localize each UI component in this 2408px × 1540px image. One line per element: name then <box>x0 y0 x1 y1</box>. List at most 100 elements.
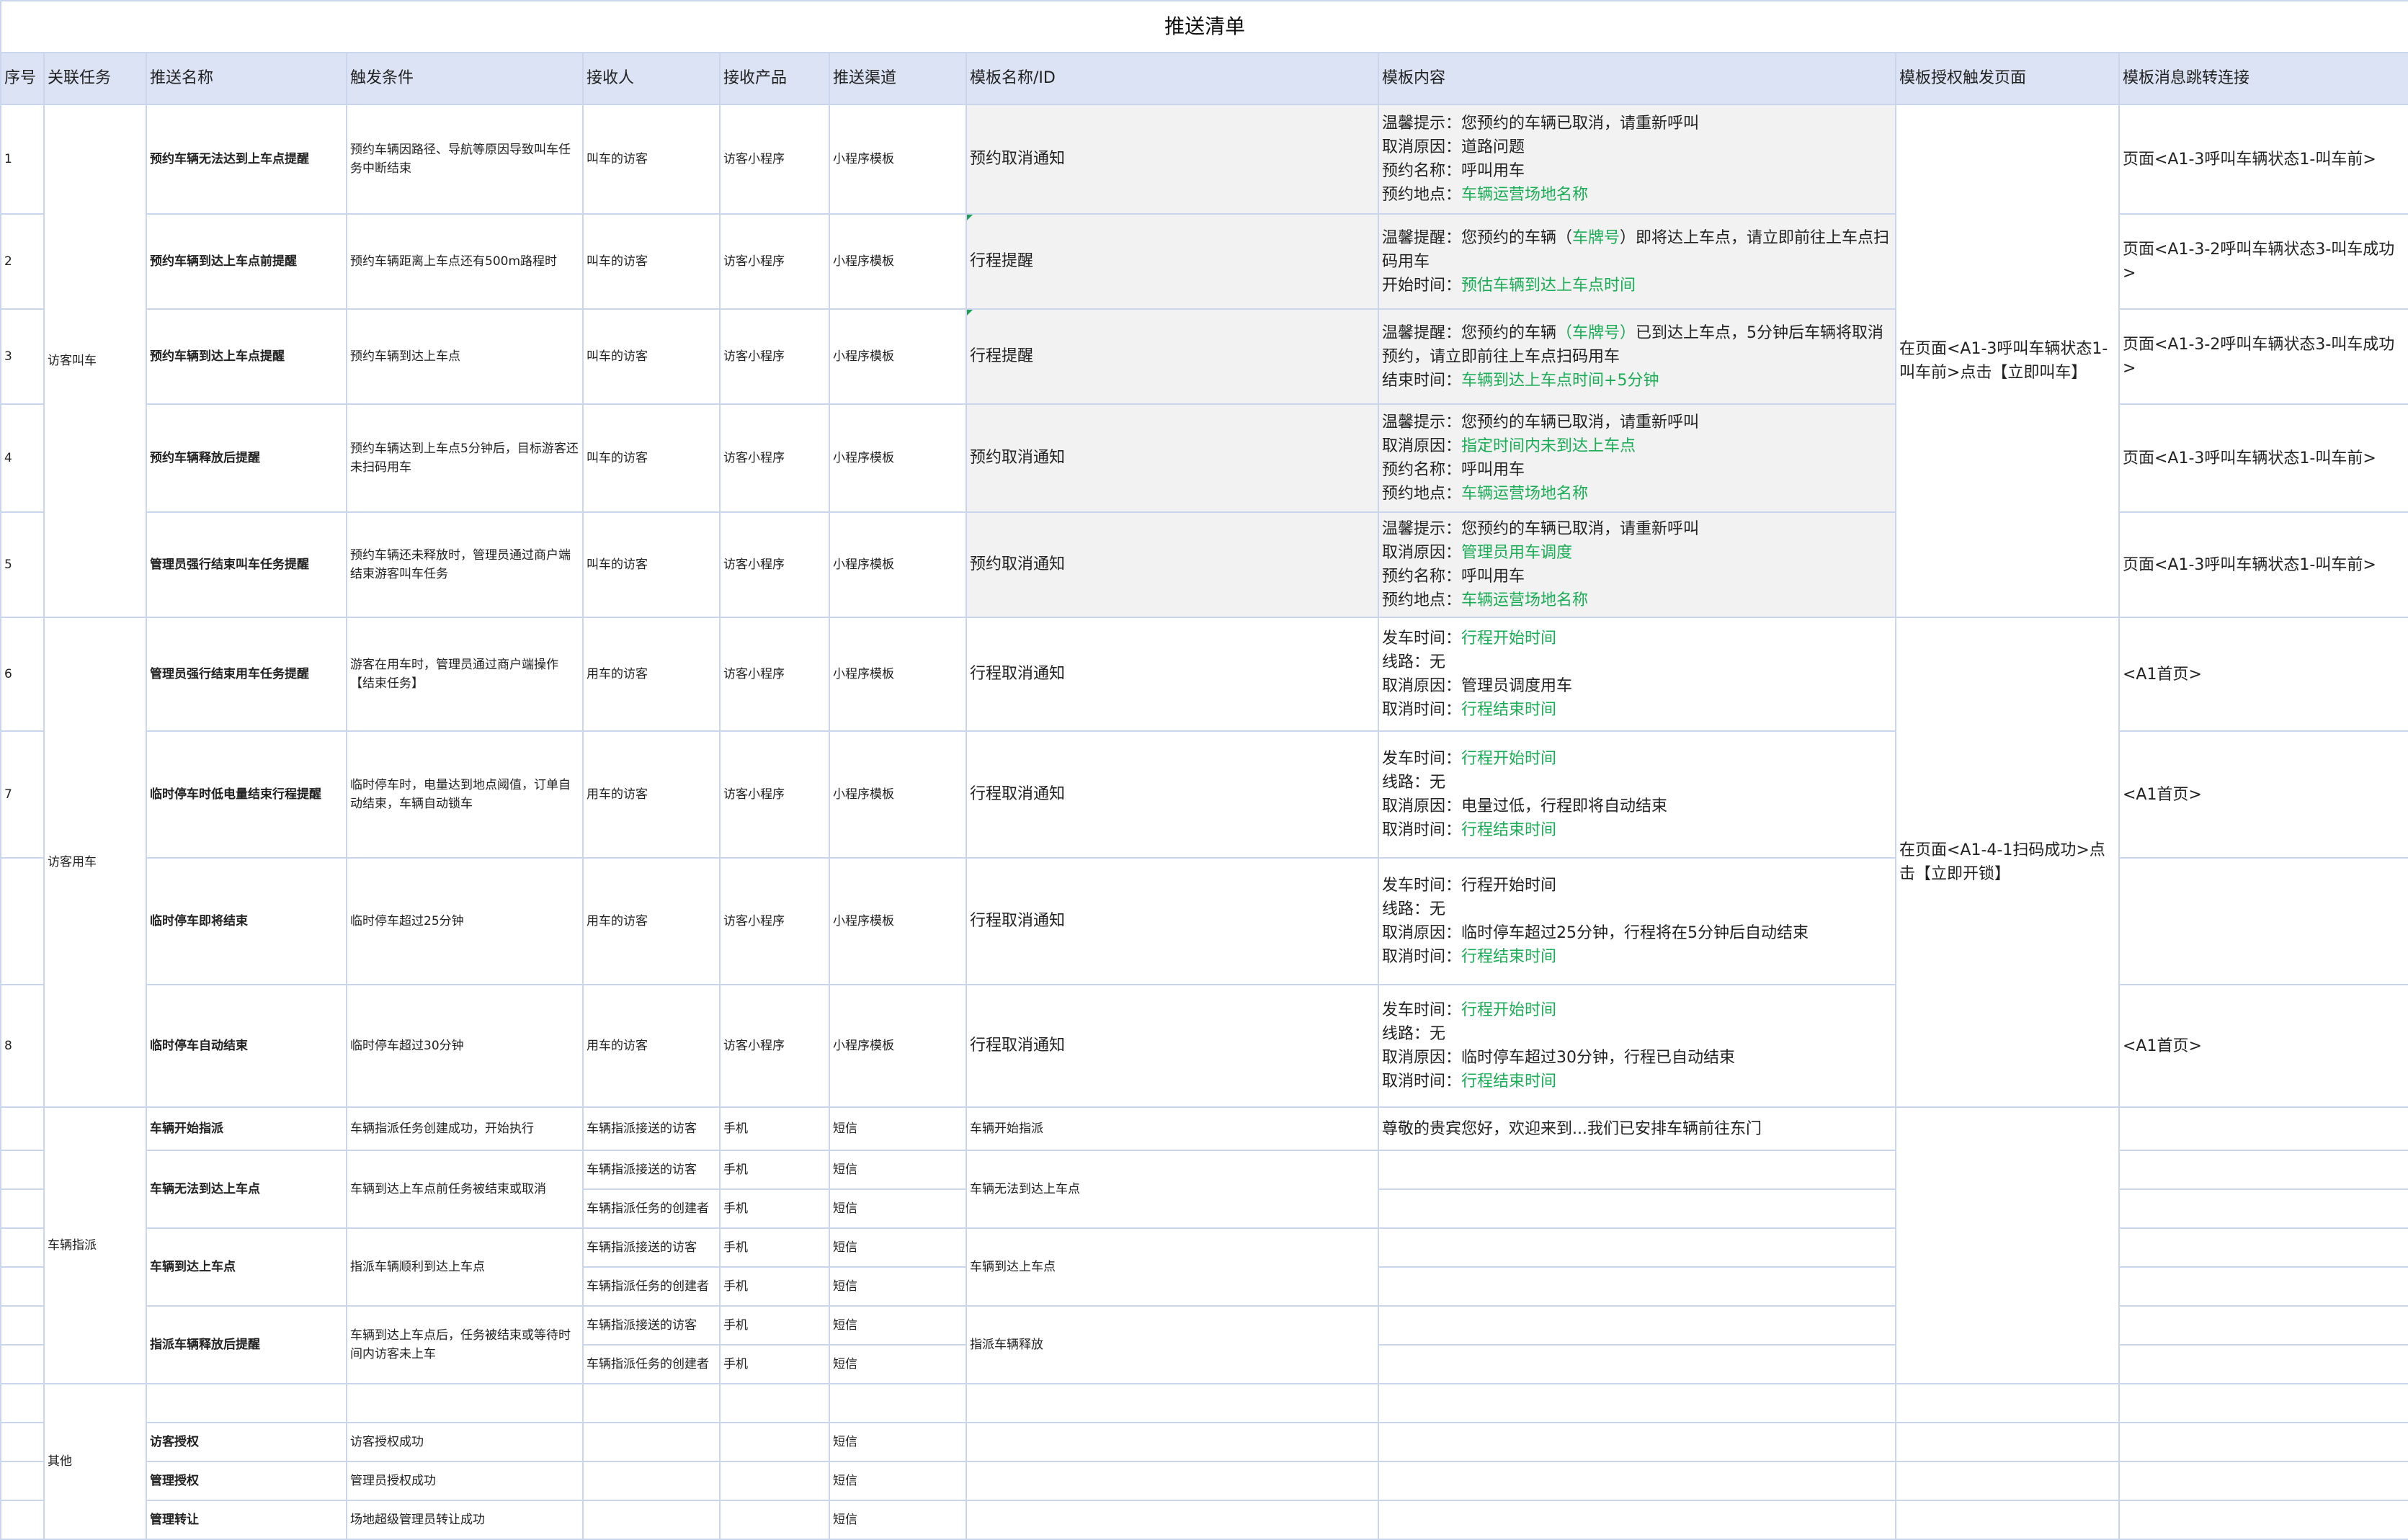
cell-trigger[interactable]: 临时停车超过30分钟 <box>346 984 584 1108</box>
cell-trigger[interactable]: 预约车辆距离上车点还有500m路程时 <box>346 213 584 310</box>
cell-receiver[interactable] <box>582 1383 721 1423</box>
cell-product[interactable]: 手机 <box>719 1344 830 1384</box>
cell-jump-link[interactable]: 页面<A1-3-2呼叫车辆状态3-叫车成功> <box>2118 308 2408 405</box>
cell-product[interactable]: 访客小程序 <box>719 403 830 513</box>
cell-channel[interactable]: 小程序模板 <box>829 511 967 618</box>
cell-content[interactable]: 发车时间：行程开始时间 线路：无 取消原因：管理员调度用车 取消时间：行程结束时… <box>1378 617 1896 732</box>
cell-channel[interactable]: 短信 <box>829 1150 967 1190</box>
cell-jump-link[interactable]: <A1首页> <box>2118 730 2408 859</box>
cell-template[interactable]: 预约取消通知 <box>966 511 1379 618</box>
cell-receiver[interactable]: 叫车的访客 <box>582 213 721 310</box>
cell-seq[interactable] <box>0 1106 45 1151</box>
cell-seq[interactable]: 5 <box>0 511 45 618</box>
cell-template[interactable]: 车辆到达上车点 <box>966 1227 1379 1307</box>
cell-name[interactable]: 临时停车自动结束 <box>146 984 347 1108</box>
cell-name[interactable]: 预约车辆释放后提醒 <box>146 403 347 513</box>
cell-auth-page[interactable] <box>1895 1383 2120 1423</box>
cell-name[interactable]: 管理员强行结束叫车任务提醒 <box>146 511 347 618</box>
cell-receiver[interactable]: 叫车的访客 <box>582 403 721 513</box>
header-channel[interactable]: 推送渠道 <box>829 52 967 105</box>
cell-product[interactable]: 访客小程序 <box>719 104 830 215</box>
cell-template[interactable]: 指派车辆释放 <box>966 1305 1379 1384</box>
header-product[interactable]: 接收产品 <box>719 52 830 105</box>
cell-content[interactable] <box>1378 1305 1896 1346</box>
cell-seq[interactable]: 2 <box>0 213 45 310</box>
cell-receiver[interactable] <box>582 1500 721 1540</box>
cell-name[interactable]: 临时停车即将结束 <box>146 857 347 985</box>
cell-channel[interactable]: 短信 <box>829 1266 967 1307</box>
cell-receiver[interactable]: 车辆指派接送的访客 <box>582 1305 721 1346</box>
cell-channel[interactable]: 小程序模板 <box>829 403 967 513</box>
cell-channel[interactable]: 小程序模板 <box>829 984 967 1108</box>
cell-receiver[interactable]: 叫车的访客 <box>582 308 721 405</box>
cell-name[interactable]: 管理转让 <box>146 1500 347 1540</box>
header-template[interactable]: 模板名称/ID <box>966 52 1379 105</box>
header-receiver[interactable]: 接收人 <box>582 52 721 105</box>
cell-product[interactable] <box>719 1461 830 1501</box>
cell-product[interactable]: 手机 <box>719 1106 830 1151</box>
cell-receiver[interactable]: 车辆指派接送的访客 <box>582 1227 721 1268</box>
cell-content[interactable]: 发车时间：行程开始时间 线路：无 取消原因：临时停车超过25分钟，行程将在5分钟… <box>1378 857 1896 985</box>
cell-jump-link[interactable] <box>2118 857 2408 985</box>
cell-trigger[interactable]: 临时停车时，电量达到地点阈值，订单自动结束，车辆自动锁车 <box>346 730 584 859</box>
cell-template[interactable] <box>966 1500 1379 1540</box>
cell-content[interactable] <box>1378 1461 1896 1501</box>
cell-seq[interactable] <box>0 1266 45 1307</box>
cell-product[interactable] <box>719 1383 830 1423</box>
cell-template[interactable]: 行程取消通知 <box>966 984 1379 1108</box>
cell-jump-link[interactable]: <A1首页> <box>2118 617 2408 732</box>
cell-seq[interactable] <box>0 1227 45 1268</box>
cell-name[interactable]: 预约车辆到达上车点前提醒 <box>146 213 347 310</box>
cell-name[interactable]: 预约车辆无法达到上车点提醒 <box>146 104 347 215</box>
cell-name[interactable]: 预约车辆到达上车点提醒 <box>146 308 347 405</box>
cell-receiver[interactable]: 用车的访客 <box>582 730 721 859</box>
cell-trigger[interactable]: 游客在用车时，管理员通过商户端操作【结束任务】 <box>346 617 584 732</box>
header-trigger[interactable]: 触发条件 <box>346 52 584 105</box>
cell-jump-link[interactable] <box>2118 1500 2408 1540</box>
cell-seq[interactable] <box>0 1188 45 1229</box>
cell-seq[interactable]: 6 <box>0 617 45 732</box>
cell-trigger[interactable]: 预约车辆还未释放时，管理员通过商户端结束游客叫车任务 <box>346 511 584 618</box>
cell-content[interactable]: 发车时间：行程开始时间 线路：无 取消原因：电量过低，行程即将自动结束 取消时间… <box>1378 730 1896 859</box>
cell-name[interactable]: 车辆到达上车点 <box>146 1227 347 1307</box>
cell-seq[interactable]: 4 <box>0 403 45 513</box>
cell-name[interactable]: 管理员强行结束用车任务提醒 <box>146 617 347 732</box>
cell-name[interactable]: 临时停车时低电量结束行程提醒 <box>146 730 347 859</box>
cell-name[interactable] <box>146 1383 347 1423</box>
cell-channel[interactable]: 短信 <box>829 1106 967 1151</box>
cell-trigger[interactable]: 预约车辆因路径、导航等原因导致叫车任务中断结束 <box>346 104 584 215</box>
cell-template[interactable]: 行程提醒 <box>966 308 1379 405</box>
cell-trigger[interactable]: 车辆到达上车点前任务被结束或取消 <box>346 1150 584 1229</box>
header-jump-link[interactable]: 模板消息跳转连接 <box>2118 52 2408 105</box>
cell-template[interactable] <box>966 1383 1379 1423</box>
cell-receiver[interactable] <box>582 1422 721 1462</box>
cell-jump-link[interactable] <box>2118 1383 2408 1423</box>
cell-channel[interactable]: 短信 <box>829 1461 967 1501</box>
cell-template[interactable]: 预约取消通知 <box>966 403 1379 513</box>
header-name[interactable]: 推送名称 <box>146 52 347 105</box>
cell-content[interactable] <box>1378 1422 1896 1462</box>
cell-trigger[interactable]: 临时停车超过25分钟 <box>346 857 584 985</box>
cell-product[interactable]: 访客小程序 <box>719 857 830 985</box>
cell-content[interactable] <box>1378 1227 1896 1268</box>
cell-auth-page[interactable]: 在页面<A1-3呼叫车辆状态1-叫车前>点击【立即叫车】 <box>1895 104 2120 618</box>
cell-product[interactable]: 手机 <box>719 1188 830 1229</box>
cell-trigger[interactable]: 预约车辆达到上车点5分钟后，目标游客还未扫码用车 <box>346 403 584 513</box>
cell-channel[interactable]: 短信 <box>829 1344 967 1384</box>
cell-channel[interactable]: 小程序模板 <box>829 617 967 732</box>
cell-template[interactable] <box>966 1422 1379 1462</box>
cell-name[interactable]: 管理授权 <box>146 1461 347 1501</box>
cell-product[interactable]: 访客小程序 <box>719 984 830 1108</box>
cell-trigger[interactable] <box>346 1383 584 1423</box>
header-task[interactable]: 关联任务 <box>43 52 147 105</box>
cell-template[interactable]: 行程取消通知 <box>966 857 1379 985</box>
cell-receiver[interactable]: 车辆指派任务的创建者 <box>582 1344 721 1384</box>
cell-product[interactable] <box>719 1422 830 1462</box>
cell-product[interactable]: 手机 <box>719 1266 830 1307</box>
cell-auth-page[interactable]: 在页面<A1-4-1扫码成功>点击【立即开锁】 <box>1895 617 2120 1108</box>
cell-seq[interactable]: 1 <box>0 104 45 215</box>
cell-content[interactable]: 尊敬的贵宾您好，欢迎来到...我们已安排车辆前往东门 <box>1378 1106 1896 1151</box>
cell-jump-link[interactable]: <A1首页> <box>2118 984 2408 1108</box>
cell-template[interactable]: 预约取消通知 <box>966 104 1379 215</box>
cell-content[interactable]: 温馨提示：您预约的车辆已取消，请重新呼叫 取消原因：管理员用车调度 预约名称：呼… <box>1378 511 1896 618</box>
